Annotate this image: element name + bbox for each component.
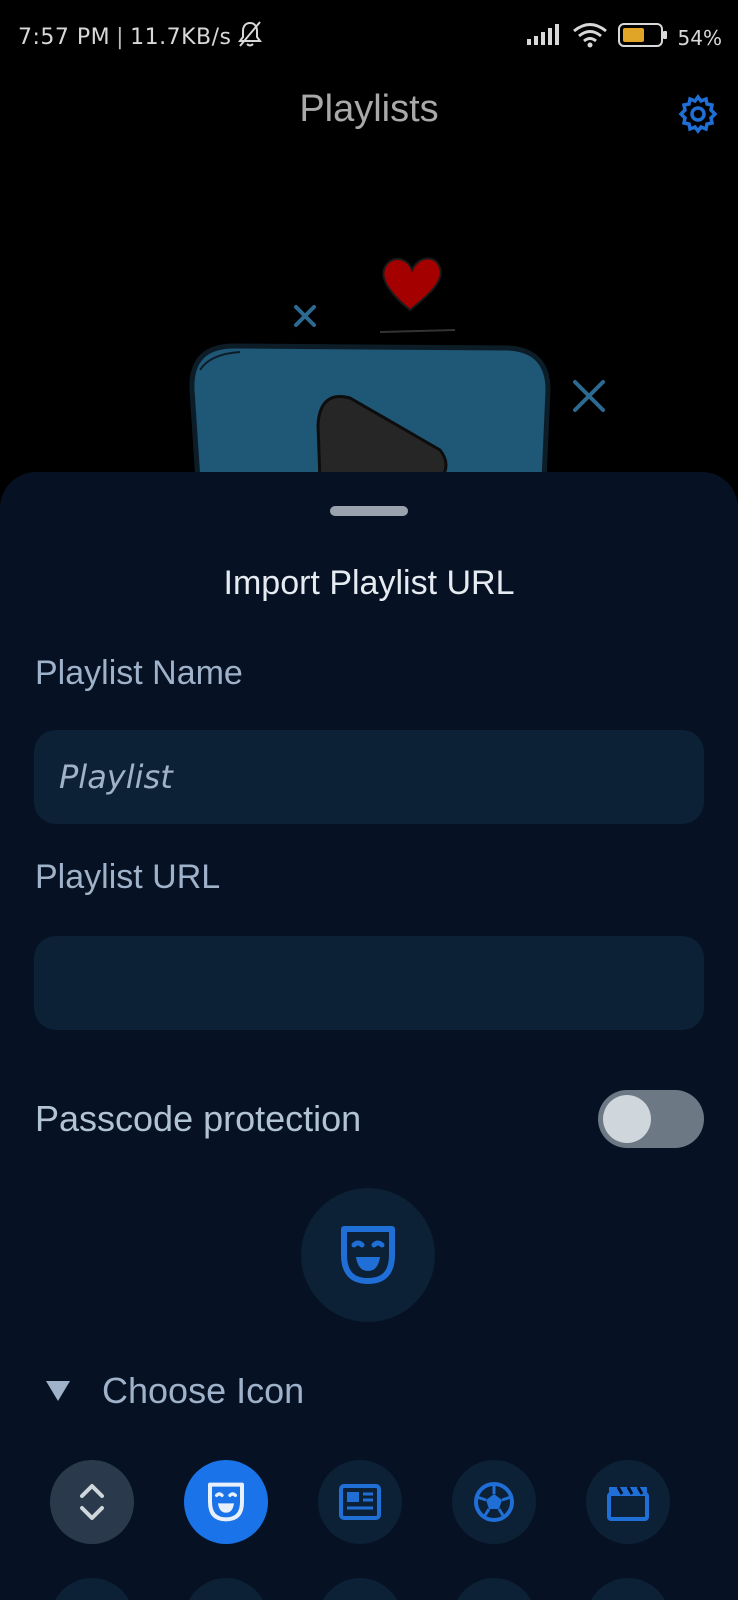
icon-option-row2-3[interactable] — [318, 1578, 402, 1600]
triangle-down-icon — [46, 1381, 70, 1401]
icon-option-row2-4[interactable] — [452, 1578, 536, 1600]
icon-option-sort[interactable] — [50, 1460, 134, 1544]
icon-option-movie[interactable] — [586, 1460, 670, 1544]
passcode-toggle[interactable] — [598, 1090, 704, 1148]
signal-icon — [526, 24, 562, 51]
playlist-name-field[interactable]: Playlist — [34, 730, 704, 824]
passcode-protection-label: Passcode protection — [35, 1098, 362, 1139]
playlist-name-label: Playlist Name — [35, 654, 243, 692]
status-time: 7:57 PM — [18, 24, 111, 50]
movie-clapper-icon — [607, 1486, 649, 1521]
bell-off-icon — [237, 20, 263, 54]
sheet-drag-handle[interactable] — [330, 506, 408, 516]
theater-mask-icon — [208, 1482, 244, 1522]
selected-icon-preview[interactable] — [301, 1188, 435, 1322]
gear-icon — [678, 94, 718, 134]
soccer-ball-icon — [474, 1482, 514, 1522]
sheet-title: Import Playlist URL — [223, 564, 515, 602]
playlist-url-label: Playlist URL — [35, 858, 221, 896]
theater-mask-icon — [341, 1226, 395, 1284]
app-bar: Playlists — [0, 72, 738, 152]
wifi-icon — [572, 22, 608, 53]
status-left: 7:57 PM | 11.7KB/s — [18, 20, 263, 54]
toggle-knob — [603, 1095, 651, 1143]
sort-icon — [80, 1484, 104, 1520]
icon-option-row2-1[interactable] — [50, 1578, 134, 1600]
icon-option-row2-2[interactable] — [184, 1578, 268, 1600]
import-playlist-sheet: Import Playlist URL Playlist Name Playli… — [0, 472, 738, 1600]
settings-button[interactable] — [678, 94, 718, 134]
choose-icon-label: Choose Icon — [102, 1370, 305, 1411]
newspaper-icon — [339, 1484, 381, 1520]
choose-icon-toggle[interactable]: Choose Icon — [44, 1370, 304, 1412]
status-bar: 7:57 PM | 11.7KB/s 54% — [0, 0, 738, 72]
battery-icon — [617, 23, 668, 52]
icon-option-newspaper[interactable] — [318, 1460, 402, 1544]
icon-option-soccer-ball[interactable] — [452, 1460, 536, 1544]
status-separator: | — [116, 24, 125, 50]
status-right: 54% — [526, 22, 722, 53]
playlist-url-field[interactable] — [34, 936, 704, 1030]
playlist-name-value: Playlist — [59, 758, 173, 796]
icon-option-theater-mask[interactable] — [184, 1460, 268, 1544]
empty-state-illustration — [170, 250, 630, 483]
page-title: Playlists — [299, 88, 439, 130]
battery-percent: 54% — [677, 25, 722, 50]
icon-option-row2-5[interactable] — [586, 1578, 670, 1600]
status-speed: 11.7KB/s — [130, 24, 232, 50]
